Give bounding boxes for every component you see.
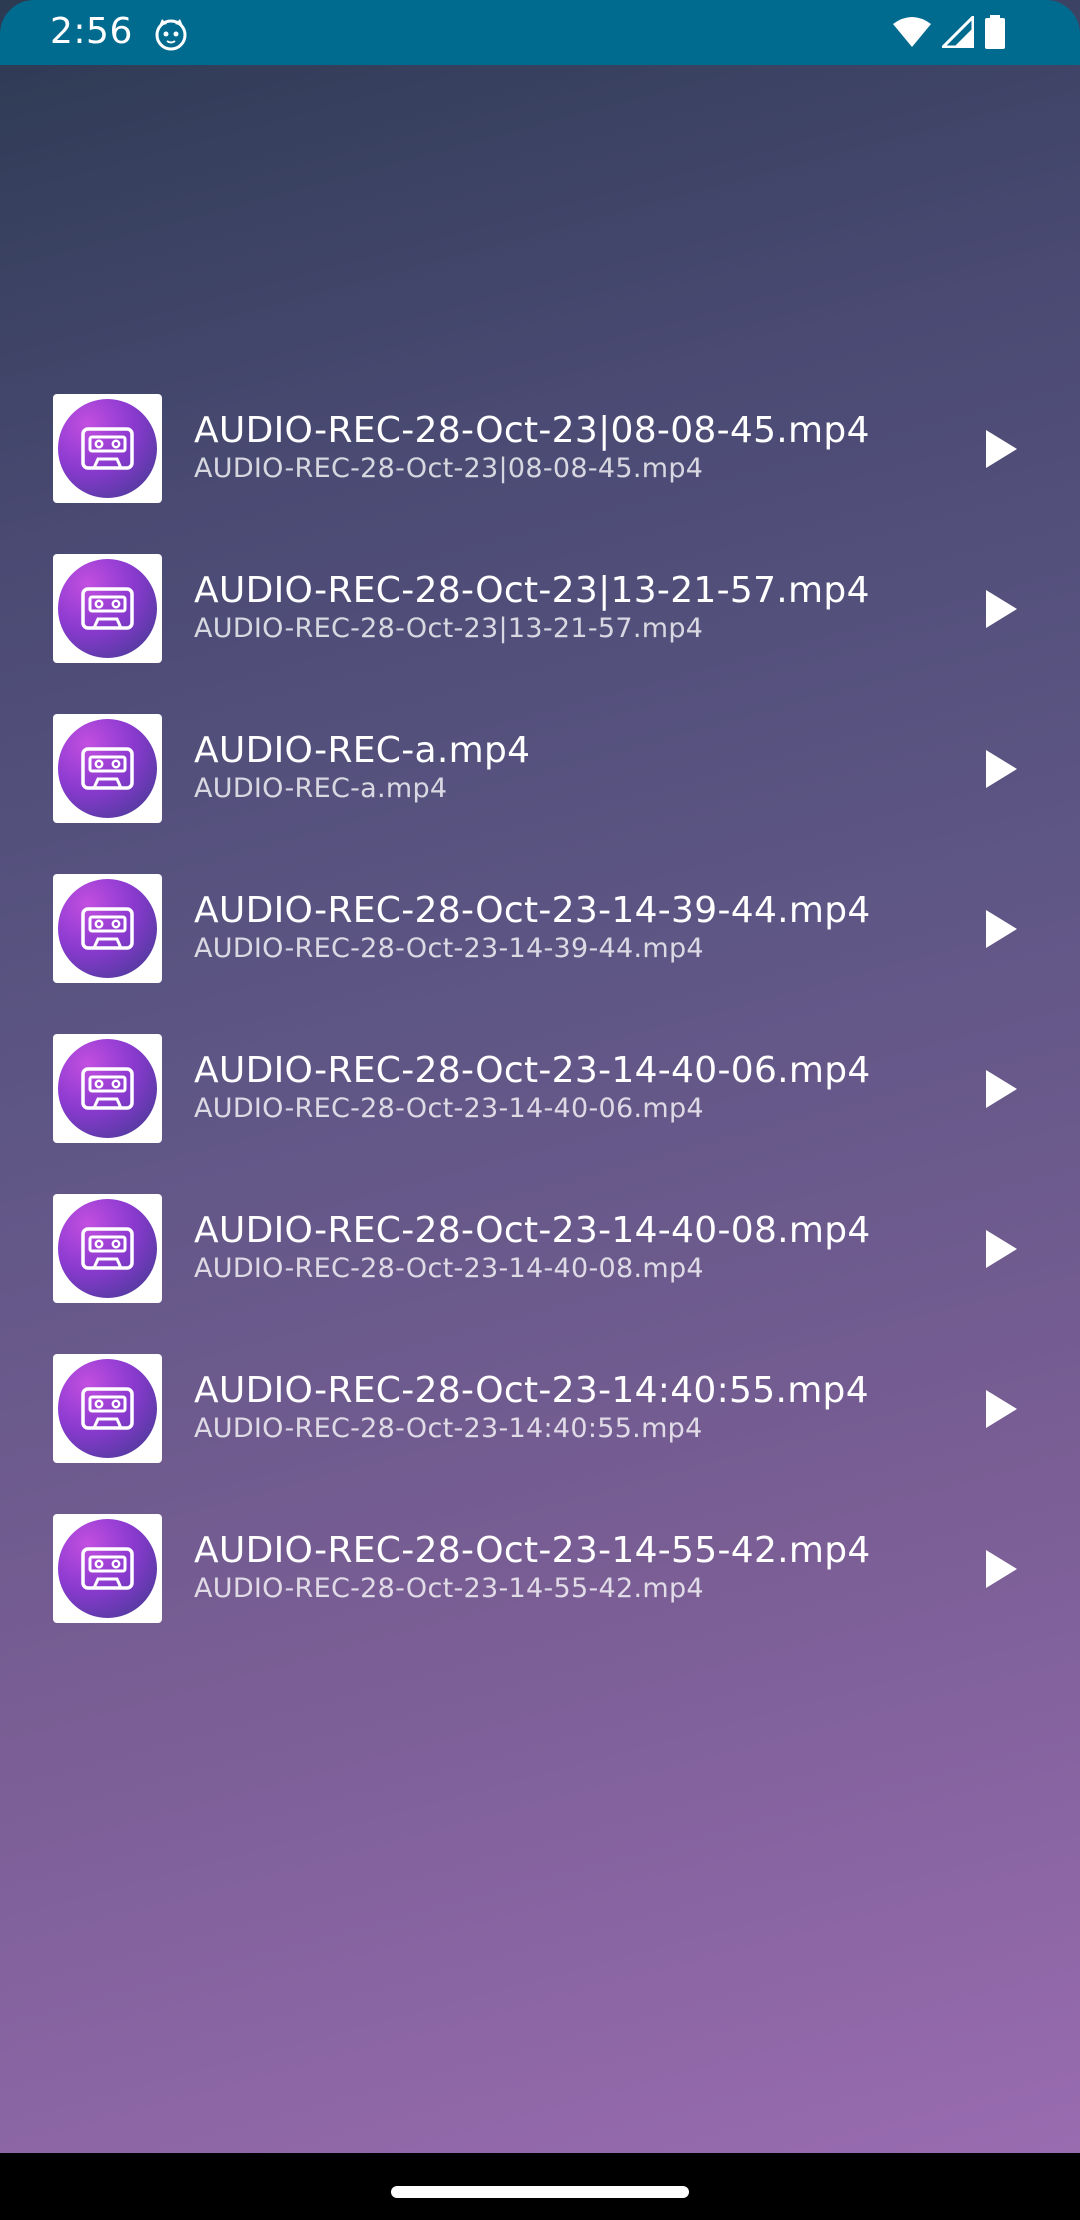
play-icon[interactable] — [975, 584, 1025, 634]
recording-thumbnail — [53, 874, 162, 983]
recording-list-item[interactable]: AUDIO-REC-28-Oct-23-14-40-08.mp4 AUDIO-R… — [0, 1168, 1080, 1328]
battery-icon — [985, 15, 1005, 49]
recording-title: AUDIO-REC-28-Oct-23-14-40-06.mp4 — [194, 1050, 871, 1091]
recording-thumbnail — [53, 1354, 162, 1463]
recording-thumbnail — [53, 1034, 162, 1143]
play-icon[interactable] — [975, 744, 1025, 794]
recording-title: AUDIO-REC-28-Oct-23-14:40:55.mp4 — [194, 1370, 869, 1411]
recording-title: AUDIO-REC-28-Oct-23-14-39-44.mp4 — [194, 890, 871, 931]
recordings-list: AUDIO-REC-28-Oct-23|08-08-45.mp4 AUDIO-R… — [0, 368, 1080, 1648]
cassette-icon — [81, 427, 134, 470]
recording-list-item[interactable]: AUDIO-REC-28-Oct-23-14-55-42.mp4 AUDIO-R… — [0, 1488, 1080, 1648]
play-icon[interactable] — [975, 1384, 1025, 1434]
recording-subtitle: AUDIO-REC-28-Oct-23-14:40:55.mp4 — [194, 1413, 703, 1444]
navigation-bar — [0, 2153, 1080, 2220]
status-bar: 2:56 — [0, 0, 1080, 65]
recording-subtitle: AUDIO-REC-a.mp4 — [194, 773, 448, 804]
recording-title: AUDIO-REC-28-Oct-23-14-40-08.mp4 — [194, 1210, 871, 1251]
recording-list-item[interactable]: AUDIO-REC-28-Oct-23-14-40-06.mp4 AUDIO-R… — [0, 1008, 1080, 1168]
cat-notification-icon — [155, 19, 187, 51]
recording-list-item[interactable]: AUDIO-REC-28-Oct-23|08-08-45.mp4 AUDIO-R… — [0, 368, 1080, 528]
signal-icon — [942, 16, 974, 48]
play-icon[interactable] — [975, 424, 1025, 474]
recording-subtitle: AUDIO-REC-28-Oct-23-14-39-44.mp4 — [194, 933, 704, 964]
recording-list-item[interactable]: AUDIO-REC-a.mp4 AUDIO-REC-a.mp4 — [0, 688, 1080, 848]
cassette-icon — [81, 587, 134, 630]
cassette-icon — [81, 1067, 134, 1110]
recording-thumbnail — [53, 1514, 162, 1623]
cassette-icon — [81, 1227, 134, 1270]
cassette-icon — [81, 747, 134, 790]
screen: 2:56 AUDIO-REC-28-Oct-23|08-08-45.mp4 AU… — [0, 0, 1080, 2220]
play-icon[interactable] — [975, 1224, 1025, 1274]
recording-thumbnail — [53, 554, 162, 663]
recording-subtitle: AUDIO-REC-28-Oct-23|13-21-57.mp4 — [194, 613, 704, 644]
recording-subtitle: AUDIO-REC-28-Oct-23-14-40-06.mp4 — [194, 1093, 704, 1124]
cassette-icon — [81, 907, 134, 950]
recording-list-item[interactable]: AUDIO-REC-28-Oct-23-14:40:55.mp4 AUDIO-R… — [0, 1328, 1080, 1488]
cassette-icon — [81, 1547, 134, 1590]
recording-thumbnail — [53, 394, 162, 503]
cassette-icon — [81, 1387, 134, 1430]
recording-title: AUDIO-REC-28-Oct-23|13-21-57.mp4 — [194, 570, 870, 611]
status-icons — [892, 14, 1006, 50]
play-icon[interactable] — [975, 904, 1025, 954]
play-icon[interactable] — [975, 1064, 1025, 1114]
recording-title: AUDIO-REC-28-Oct-23-14-55-42.mp4 — [194, 1530, 871, 1571]
recording-list-item[interactable]: AUDIO-REC-28-Oct-23-14-39-44.mp4 AUDIO-R… — [0, 848, 1080, 1008]
play-icon[interactable] — [975, 1544, 1025, 1594]
recording-subtitle: AUDIO-REC-28-Oct-23-14-55-42.mp4 — [194, 1573, 704, 1604]
recording-list-item[interactable]: AUDIO-REC-28-Oct-23|13-21-57.mp4 AUDIO-R… — [0, 528, 1080, 688]
home-gesture-handle[interactable] — [391, 2186, 689, 2198]
status-time: 2:56 — [50, 11, 133, 52]
wifi-icon — [893, 17, 931, 47]
recording-subtitle: AUDIO-REC-28-Oct-23|08-08-45.mp4 — [194, 453, 704, 484]
recording-title: AUDIO-REC-28-Oct-23|08-08-45.mp4 — [194, 410, 870, 451]
recording-subtitle: AUDIO-REC-28-Oct-23-14-40-08.mp4 — [194, 1253, 704, 1284]
recording-title: AUDIO-REC-a.mp4 — [194, 730, 531, 771]
recording-thumbnail — [53, 714, 162, 823]
recording-thumbnail — [53, 1194, 162, 1303]
